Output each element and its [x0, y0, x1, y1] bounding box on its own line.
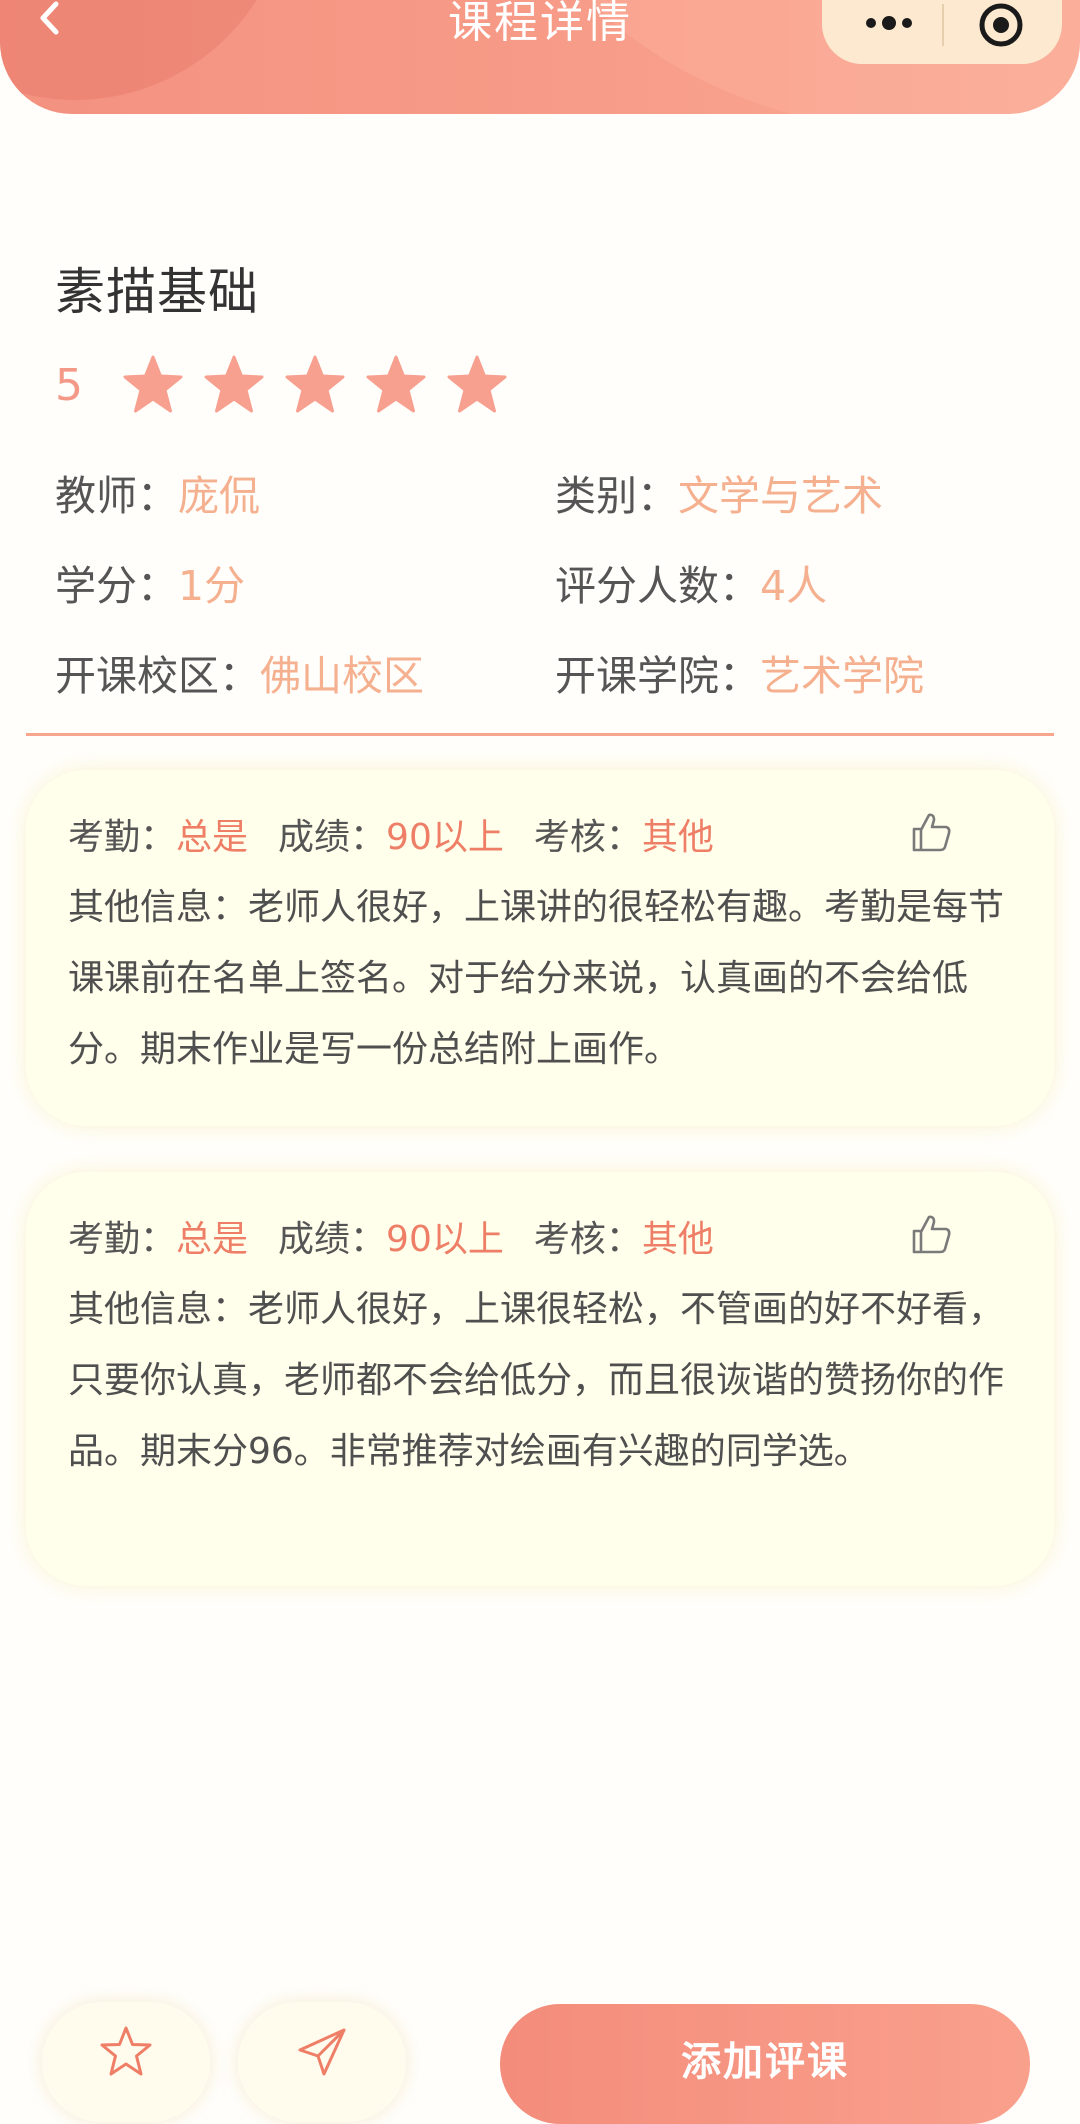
close-button[interactable] [974, 0, 1028, 52]
like-button[interactable] [910, 810, 954, 854]
star-icon [121, 354, 185, 416]
more-button[interactable] [844, 0, 934, 50]
category-label: 类别： [555, 472, 678, 520]
teacher-info: 教师：庞侃 [55, 462, 260, 522]
share-button[interactable] [238, 2002, 406, 2122]
grade-value: 90以上 [386, 1219, 504, 1260]
mini-program-capsule [822, 0, 1062, 64]
grade-label: 成绩： [278, 1219, 387, 1260]
rating-score: 5 [55, 359, 83, 411]
raters-info: 评分人数：4人 [555, 552, 827, 612]
credit-label: 学分： [55, 562, 178, 610]
category-info: 类别：文学与艺术 [555, 462, 883, 522]
attendance-label: 考勤： [68, 1219, 177, 1260]
review-meta: 考勤： 总是 成绩： 90以上 考核： 其他 [68, 804, 1012, 864]
grade-label: 成绩： [278, 817, 387, 858]
paper-plane-icon [298, 2028, 346, 2076]
star-icon [283, 354, 347, 416]
teacher-label: 教师： [55, 472, 178, 520]
capsule-divider [942, 4, 944, 46]
assessment-value: 其他 [641, 1219, 714, 1260]
star-icon [364, 354, 428, 416]
grade-value: 90以上 [386, 817, 504, 858]
star-icon [202, 354, 266, 416]
star-icon [445, 354, 509, 416]
more-dots-icon-center [882, 16, 896, 30]
assessment-label: 考核： [533, 817, 642, 858]
section-divider [26, 733, 1054, 736]
attendance-value: 总是 [176, 817, 249, 858]
credit-value: 1分 [178, 562, 246, 610]
campus-label: 开课校区： [55, 652, 260, 700]
add-review-button[interactable]: 添加评课 [500, 2004, 1030, 2124]
review-text: 其他信息：老师人很好，上课很轻松，不管画的好不好看，只要你认真，老师都不会给低分… [68, 1289, 1005, 1472]
review-card: 考勤： 总是 成绩： 90以上 考核： 其他 其他信息：老师人很好，上课很轻松，… [26, 1172, 1054, 1586]
attendance-label: 考勤： [68, 817, 177, 858]
assessment-value: 其他 [641, 817, 714, 858]
review-text: 其他信息：老师人很好，上课讲的很轻松有趣。考勤是每节课课前在名单上签名。对于给分… [68, 887, 1005, 1070]
raters-label: 评分人数： [555, 562, 760, 610]
campus-value: 佛山校区 [260, 652, 424, 700]
like-button[interactable] [910, 1212, 954, 1256]
review-meta: 考勤： 总是 成绩： 90以上 考核： 其他 [68, 1206, 1012, 1266]
raters-value: 4人 [760, 562, 828, 610]
star-outline-icon [100, 2026, 152, 2076]
campus-info: 开课校区：佛山校区 [55, 642, 424, 702]
header-bar: 课程详情 [0, 0, 1080, 114]
course-name: 素描基础 [55, 263, 259, 321]
college-info: 开课学院：艺术学院 [555, 642, 924, 702]
college-label: 开课学院： [555, 652, 760, 700]
target-close-icon [979, 3, 1023, 47]
favorite-button[interactable] [42, 2002, 210, 2122]
assessment-label: 考核： [533, 1219, 642, 1260]
college-value: 艺术学院 [760, 652, 924, 700]
more-dots-icon [866, 18, 876, 28]
credit-info: 学分：1分 [55, 552, 245, 612]
category-value: 文学与艺术 [678, 472, 883, 520]
thumbs-up-icon [912, 1215, 951, 1254]
rating-stars [121, 354, 509, 416]
more-dots-icon-end [902, 18, 912, 28]
review-card: 考勤： 总是 成绩： 90以上 考核： 其他 其他信息：老师人很好，上课讲的很轻… [26, 770, 1054, 1126]
thumbs-up-icon [912, 813, 951, 852]
teacher-value: 庞侃 [178, 472, 260, 520]
attendance-value: 总是 [176, 1219, 249, 1260]
rating-row: 5 [55, 355, 509, 415]
